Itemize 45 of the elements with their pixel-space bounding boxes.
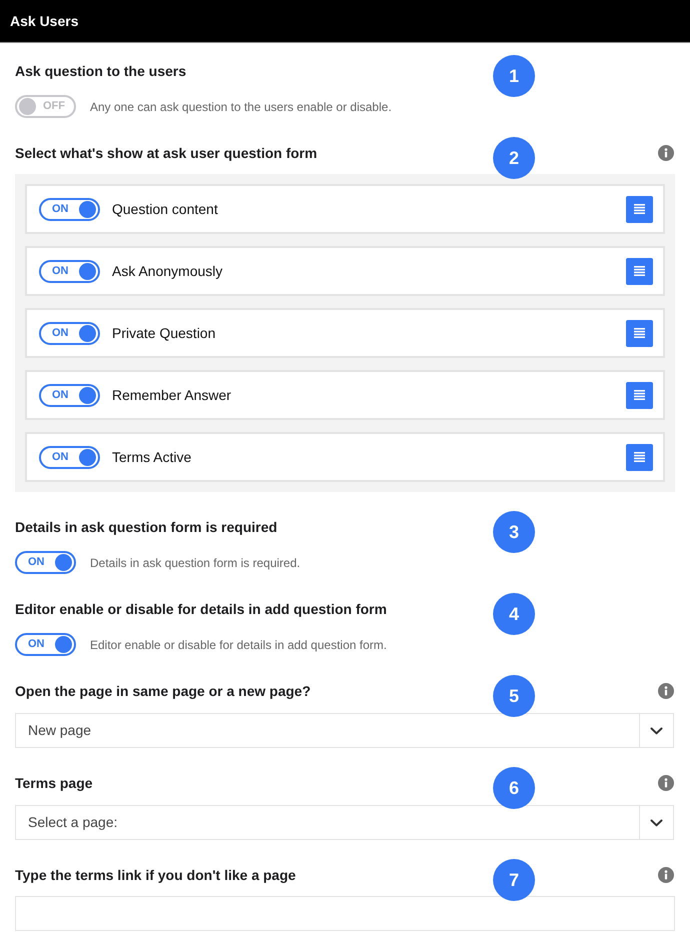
menu-icon (634, 452, 645, 462)
chevron-down-icon (650, 726, 663, 734)
option-label: Private Question (112, 324, 216, 343)
toggle-switch[interactable]: ON (39, 260, 100, 282)
section-title: Terms page (15, 774, 93, 793)
chevron-down-icon (650, 818, 663, 826)
toggle-switch[interactable]: ON (39, 322, 100, 344)
text-input[interactable] (15, 896, 675, 931)
number-marker: 7 (493, 859, 535, 901)
number-marker: 4 (493, 593, 535, 635)
menu-button[interactable] (626, 258, 653, 284)
toggle-switch[interactable]: ON (39, 384, 100, 406)
menu-button[interactable] (626, 196, 653, 222)
section-title: Ask question to the users (15, 62, 186, 81)
toggle-switch[interactable]: ON (15, 633, 76, 656)
menu-icon (634, 266, 645, 276)
number-marker: 5 (493, 675, 535, 717)
option-label: Ask Anonymously (112, 262, 224, 281)
page-title: Ask Users (10, 12, 78, 31)
menu-button[interactable] (626, 320, 653, 346)
menu-icon (634, 328, 645, 338)
menu-icon (634, 390, 645, 400)
option-label: Remember Answer (112, 386, 232, 405)
section-title: Type the terms link if you don't like a page (15, 866, 296, 885)
option-label: Question content (112, 200, 219, 219)
number-marker: 2 (493, 137, 535, 179)
description-text: Editor enable or disable for details in add question form. (90, 636, 387, 652)
toggle-switch[interactable]: ON (15, 551, 76, 574)
description-text: Any one can ask question to the users enable or disable. (90, 98, 392, 114)
menu-icon (634, 204, 645, 214)
number-marker: 3 (493, 511, 535, 553)
toggle-switch[interactable]: ON (39, 446, 100, 468)
section-title: Open the page in same page or a new page? (15, 682, 311, 701)
number-marker: 1 (493, 55, 535, 97)
section-title: Select what's show at ask user question form (15, 144, 318, 163)
menu-button[interactable] (626, 444, 653, 470)
menu-button[interactable] (626, 382, 653, 408)
number-marker: 6 (493, 767, 535, 809)
section-title: Editor enable or disable for details in add question form (15, 600, 387, 619)
section-title: Details in ask question form is required (15, 518, 278, 537)
description-text: Details in ask question form is required. (90, 554, 300, 570)
dropdown[interactable]: Select a page: (15, 805, 674, 840)
option-label: Terms Active (112, 448, 192, 467)
dropdown[interactable]: New page (15, 713, 674, 748)
toggle-switch[interactable]: ON (39, 198, 100, 220)
